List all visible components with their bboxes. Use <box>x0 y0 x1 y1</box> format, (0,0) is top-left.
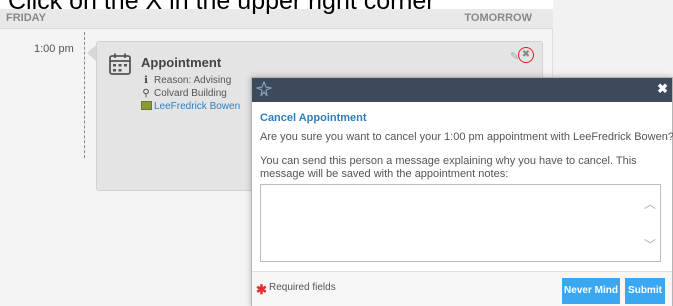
scroll-down-icon[interactable]: ﹀ <box>644 236 656 253</box>
required-fields-label: Required fields <box>269 282 336 293</box>
app-logo-icon <box>256 81 272 97</box>
dialog-info: You can send this person a message expla… <box>260 155 637 180</box>
appointment-reason: ℹ Reason: Advising <box>141 75 231 86</box>
message-textarea[interactable]: ︿ ﹀ <box>260 184 661 262</box>
map-pin-icon: ⚲ <box>142 88 150 99</box>
submit-button[interactable]: Submit <box>625 278 665 304</box>
building-text: Colvard Building <box>154 88 227 99</box>
delete-appointment-button[interactable]: ✖ <box>518 47 534 63</box>
dialog-close-button[interactable]: ✖ <box>657 81 668 97</box>
reason-text: Reason: Advising <box>154 75 232 86</box>
appointment-location: ⚲ Colvard Building <box>141 88 227 99</box>
person-link[interactable]: LeeFredrick Bowen <box>154 101 240 112</box>
dialog-footer: ✱ Required fields Never Mind Submit <box>252 271 672 306</box>
never-mind-button[interactable]: Never Mind <box>562 278 620 304</box>
instruction-text: Click on the X in the upper right corner <box>8 0 435 15</box>
person-badge-icon <box>141 101 152 110</box>
required-asterisk-icon: ✱ <box>256 282 267 297</box>
close-icon: ✖ <box>521 49 531 60</box>
scroll-up-icon[interactable]: ︿ <box>644 195 656 212</box>
appointment-person[interactable]: LeeFredrick Bowen <box>141 101 240 112</box>
dialog-titlebar: ✖ <box>252 78 672 102</box>
calendar-icon <box>109 53 131 75</box>
dialog-heading: Cancel Appointment <box>260 112 367 124</box>
tomorrow-link[interactable]: TOMORROW <box>464 12 532 24</box>
time-label: 1:00 pm <box>34 43 74 55</box>
timeline-divider <box>84 32 85 158</box>
appointment-pointer <box>87 45 96 61</box>
cancel-appointment-dialog: ✖ Cancel Appointment Are you sure you wa… <box>251 77 673 306</box>
info-icon: ℹ <box>144 75 148 86</box>
appointment-title: Appointment <box>141 55 222 70</box>
dialog-question: Are you sure you want to cancel your 1:0… <box>260 131 673 143</box>
